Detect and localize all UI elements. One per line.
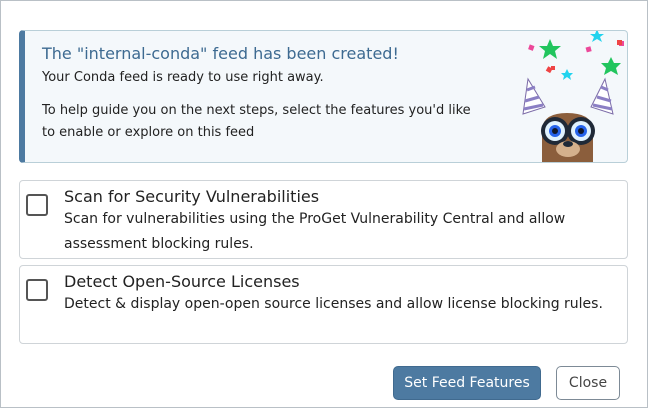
banner-message: Your Conda feed is ready to use right aw… <box>42 70 324 85</box>
feature-setup-dialog: The "internal-conda" feed has been creat… <box>0 0 648 408</box>
close-button[interactable]: Close <box>556 366 620 400</box>
feature-title: Detect Open-Source Licenses <box>64 272 300 291</box>
party-mascot-illustration <box>522 31 624 162</box>
success-banner: The "internal-conda" feed has been creat… <box>19 30 628 163</box>
set-feed-features-button[interactable]: Set Feed Features <box>393 366 541 400</box>
banner-guidance: To help guide you on the next steps, sel… <box>42 103 471 140</box>
security-scan-checkbox[interactable] <box>26 194 48 216</box>
feature-option-license-detection[interactable]: Detect Open-Source Licenses Detect & dis… <box>19 265 628 344</box>
feature-option-security-scan[interactable]: Scan for Security Vulnerabilities Scan f… <box>19 180 628 259</box>
feature-description: Detect & display open-open source licens… <box>64 296 603 312</box>
banner-title: The "internal-conda" feed has been creat… <box>42 44 399 63</box>
feature-title: Scan for Security Vulnerabilities <box>64 187 320 206</box>
license-detection-checkbox[interactable] <box>26 279 48 301</box>
feature-description: Scan for vulnerabilities using the ProGe… <box>64 211 566 252</box>
